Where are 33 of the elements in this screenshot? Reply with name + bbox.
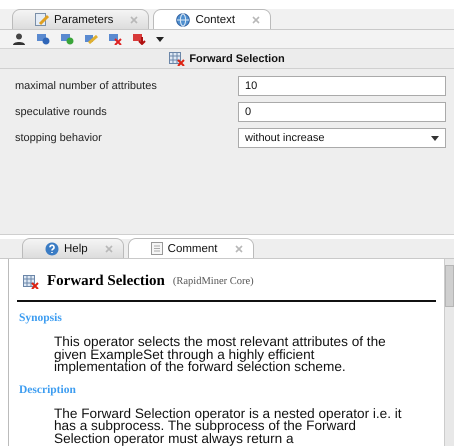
table-delete-icon — [23, 274, 39, 288]
delete-icon[interactable] — [108, 33, 122, 45]
parameter-label: speculative rounds — [15, 106, 108, 118]
close-icon[interactable] — [252, 16, 260, 24]
tab[interactable]: Parameters — [12, 9, 150, 29]
close-icon[interactable] — [234, 244, 243, 252]
document-icon — [150, 242, 163, 255]
input-field[interactable]: 0 — [238, 102, 446, 122]
operator-title: Forward Selection — [189, 52, 285, 64]
caret-icon[interactable] — [156, 36, 164, 42]
table-delete-icon — [169, 52, 186, 66]
tab[interactable]: Comment — [128, 238, 254, 258]
close-icon[interactable] — [104, 244, 113, 252]
globe-icon — [176, 12, 190, 26]
section-heading: Synopsis — [19, 312, 63, 324]
scrollbar[interactable] — [444, 259, 454, 446]
tab[interactable]: Context — [153, 9, 272, 29]
caret-icon — [431, 136, 439, 140]
source-label: (RapidMiner Core) — [172, 276, 254, 287]
tab[interactable]: Help — [22, 238, 124, 258]
close-icon[interactable] — [130, 16, 138, 24]
help-title: Forward Selection — [47, 273, 165, 290]
pencil-icon — [35, 13, 49, 26]
section-heading: Description — [19, 384, 77, 396]
pencil-icon[interactable] — [84, 33, 98, 45]
paragraph: The Forward Selection operator is a nested operator i.e. it has a subprocess. The subprocess of the Forward Selection operator must always return a — [53, 408, 403, 445]
dropdown[interactable]: without increase — [238, 128, 446, 148]
parameter-label: stopping behavior — [15, 132, 103, 144]
help-icon — [45, 242, 59, 256]
parameter-label: maximal number of attributes — [15, 80, 158, 92]
paragraph: This operator selects the most relevant attributes of the given ExampleSet through a highly efficient implementation of the forward selection scheme. — [53, 336, 387, 374]
input-field[interactable]: 10 — [238, 76, 446, 96]
person-icon[interactable] — [12, 33, 26, 45]
